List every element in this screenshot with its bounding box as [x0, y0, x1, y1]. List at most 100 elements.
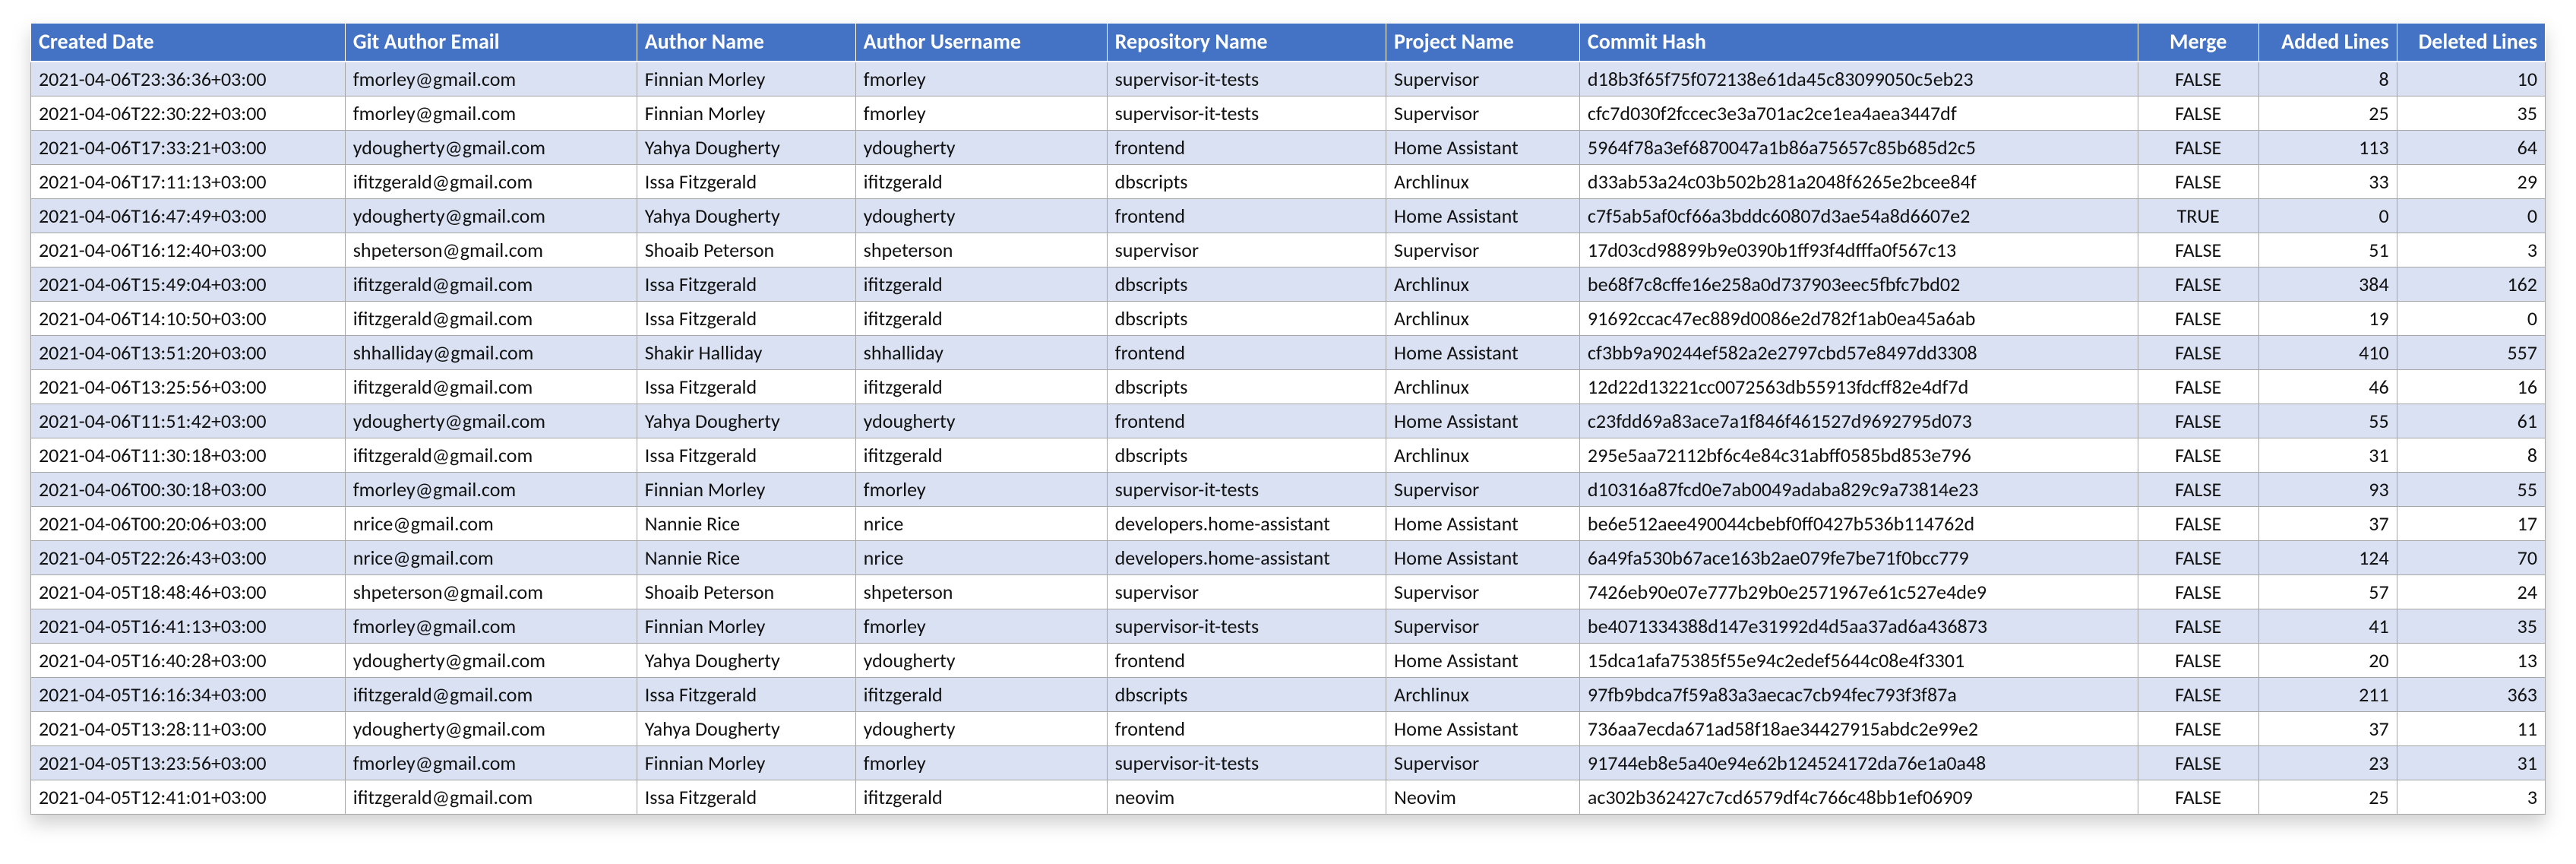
cell: d18b3f65f75f072138e61da45c83099050c5eb23: [1579, 62, 2138, 97]
cell: shpeterson: [855, 575, 1107, 609]
cell: 29: [2397, 165, 2545, 199]
cell: 20: [2258, 644, 2397, 678]
cell: 2021-04-06T16:12:40+03:00: [31, 233, 346, 267]
cell: Home Assistant: [1386, 507, 1580, 541]
cell: nrice: [855, 541, 1107, 575]
cell: nrice@gmail.com: [345, 541, 637, 575]
table-row: 2021-04-06T00:20:06+03:00nrice@gmail.com…: [31, 507, 2546, 541]
cell: 17d03cd98899b9e0390b1ff93f4dfffa0f567c13: [1579, 233, 2138, 267]
table-row: 2021-04-06T17:33:21+03:00ydougherty@gmai…: [31, 131, 2546, 165]
cell: 25: [2258, 97, 2397, 131]
cell: 2021-04-05T12:41:01+03:00: [31, 780, 346, 815]
column-header: Commit Hash: [1579, 24, 2138, 62]
cell: shpeterson@gmail.com: [345, 575, 637, 609]
cell: dbscripts: [1107, 370, 1386, 404]
cell: ifitzgerald@gmail.com: [345, 370, 637, 404]
cell: FALSE: [2138, 97, 2258, 131]
table-header: Created DateGit Author EmailAuthor NameA…: [31, 24, 2546, 62]
cell: Yahya Dougherty: [637, 131, 855, 165]
cell: frontend: [1107, 131, 1386, 165]
cell: FALSE: [2138, 712, 2258, 746]
cell: d33ab53a24c03b502b281a2048f6265e2bcee84f: [1579, 165, 2138, 199]
cell: 162: [2397, 267, 2545, 302]
cell: 64: [2397, 131, 2545, 165]
cell: Archlinux: [1386, 165, 1580, 199]
table-row: 2021-04-05T12:41:01+03:00ifitzgerald@gma…: [31, 780, 2546, 815]
cell: dbscripts: [1107, 165, 1386, 199]
cell: Yahya Dougherty: [637, 199, 855, 233]
cell: fmorley@gmail.com: [345, 609, 637, 644]
table-body: 2021-04-06T23:36:36+03:00fmorley@gmail.c…: [31, 62, 2546, 815]
cell: FALSE: [2138, 302, 2258, 336]
cell: Home Assistant: [1386, 712, 1580, 746]
cell: 17: [2397, 507, 2545, 541]
cell: Supervisor: [1386, 473, 1580, 507]
cell: Finnian Morley: [637, 97, 855, 131]
cell: Home Assistant: [1386, 644, 1580, 678]
cell: FALSE: [2138, 404, 2258, 438]
cell: nrice@gmail.com: [345, 507, 637, 541]
cell: 2021-04-06T16:47:49+03:00: [31, 199, 346, 233]
cell: d10316a87fcd0e7ab0049adaba829c9a73814e23: [1579, 473, 2138, 507]
cell: 113: [2258, 131, 2397, 165]
cell: 384: [2258, 267, 2397, 302]
cell: 2021-04-05T16:41:13+03:00: [31, 609, 346, 644]
cell: ydougherty@gmail.com: [345, 404, 637, 438]
cell: FALSE: [2138, 267, 2258, 302]
cell: 8: [2258, 62, 2397, 97]
cell: FALSE: [2138, 370, 2258, 404]
cell: ac302b362427c7cd6579df4c766c48bb1ef06909: [1579, 780, 2138, 815]
cell: cf3bb9a90244ef582a2e2797cbd57e8497dd3308: [1579, 336, 2138, 370]
cell: 24: [2397, 575, 2545, 609]
table-row: 2021-04-06T14:10:50+03:00ifitzgerald@gma…: [31, 302, 2546, 336]
cell: fmorley: [855, 97, 1107, 131]
cell: ifitzgerald: [855, 302, 1107, 336]
cell: ydougherty: [855, 199, 1107, 233]
column-header: Git Author Email: [345, 24, 637, 62]
cell: Nannie Rice: [637, 541, 855, 575]
table-row: 2021-04-06T16:47:49+03:00ydougherty@gmai…: [31, 199, 2546, 233]
cell: Yahya Dougherty: [637, 644, 855, 678]
cell: dbscripts: [1107, 267, 1386, 302]
column-header: Repository Name: [1107, 24, 1386, 62]
cell: ifitzgerald@gmail.com: [345, 438, 637, 473]
cell: Shoaib Peterson: [637, 575, 855, 609]
cell: fmorley@gmail.com: [345, 473, 637, 507]
cell: ifitzgerald@gmail.com: [345, 165, 637, 199]
cell: ifitzgerald@gmail.com: [345, 267, 637, 302]
cell: Issa Fitzgerald: [637, 678, 855, 712]
cell: Home Assistant: [1386, 541, 1580, 575]
cell: 2021-04-05T22:26:43+03:00: [31, 541, 346, 575]
cell: FALSE: [2138, 541, 2258, 575]
cell: FALSE: [2138, 62, 2258, 97]
cell: dbscripts: [1107, 438, 1386, 473]
cell: 0: [2258, 199, 2397, 233]
cell: 736aa7ecda671ad58f18ae34427915abdc2e99e2: [1579, 712, 2138, 746]
cell: Yahya Dougherty: [637, 712, 855, 746]
column-header: Merge: [2138, 24, 2258, 62]
cell: neovim: [1107, 780, 1386, 815]
cell: dbscripts: [1107, 678, 1386, 712]
cell: 13: [2397, 644, 2545, 678]
table-row: 2021-04-06T11:30:18+03:00ifitzgerald@gma…: [31, 438, 2546, 473]
cell: Supervisor: [1386, 746, 1580, 780]
cell: ifitzgerald: [855, 780, 1107, 815]
cell: 8: [2397, 438, 2545, 473]
cell: 2021-04-06T22:30:22+03:00: [31, 97, 346, 131]
table-row: 2021-04-05T16:41:13+03:00fmorley@gmail.c…: [31, 609, 2546, 644]
cell: developers.home-assistant: [1107, 541, 1386, 575]
column-header: Added Lines: [2258, 24, 2397, 62]
cell: 2021-04-05T13:23:56+03:00: [31, 746, 346, 780]
cell: Issa Fitzgerald: [637, 165, 855, 199]
cell: FALSE: [2138, 780, 2258, 815]
cell: 10: [2397, 62, 2545, 97]
cell: 2021-04-06T15:49:04+03:00: [31, 267, 346, 302]
cell: 3: [2397, 233, 2545, 267]
cell: frontend: [1107, 199, 1386, 233]
cell: 46: [2258, 370, 2397, 404]
cell: Shakir Halliday: [637, 336, 855, 370]
cell: ydougherty@gmail.com: [345, 199, 637, 233]
cell: Issa Fitzgerald: [637, 780, 855, 815]
cell: ifitzgerald@gmail.com: [345, 302, 637, 336]
cell: Supervisor: [1386, 609, 1580, 644]
